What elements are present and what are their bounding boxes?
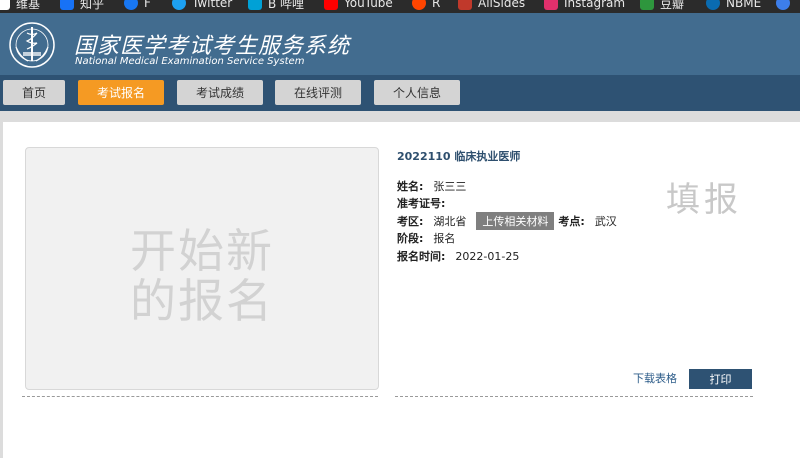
- facebook-icon: [124, 0, 138, 10]
- status-stamp: 填报: [666, 180, 742, 220]
- date-label: 报名时间:: [397, 250, 446, 263]
- youtube-icon: [324, 0, 338, 10]
- tab-personal-info[interactable]: 个人信息: [374, 80, 460, 105]
- bookmark-youtube[interactable]: YouTube: [324, 0, 393, 11]
- registration-panel: 开始新 的报名 2022110 临床执业医师 姓名: 张三三 准考证号: 考区:…: [3, 122, 800, 458]
- zhihu-icon: [60, 0, 74, 10]
- instagram-icon: [544, 0, 558, 10]
- print-button[interactable]: 打印: [689, 369, 752, 389]
- tab-home[interactable]: 首页: [3, 80, 65, 105]
- bookmark-allsides[interactable]: AllSides: [458, 0, 525, 11]
- site-subtitle: National Medical Examination Service Sys…: [75, 56, 305, 67]
- bilibili-icon: [248, 0, 262, 10]
- region-row: 考区: 湖北省 上传相关材料 考点: 武汉: [397, 212, 617, 230]
- twitter-icon: [172, 0, 186, 10]
- circle-icon: [776, 0, 790, 10]
- divider-left: [22, 396, 378, 397]
- bookmark-douban[interactable]: 豆瓣: [640, 0, 684, 11]
- tab-exam-scores[interactable]: 考试成绩: [177, 80, 263, 105]
- stage-row: 阶段: 报名: [397, 230, 455, 246]
- bookmark-instagram[interactable]: Instagram: [544, 0, 625, 11]
- site-value: 武汉: [594, 215, 617, 228]
- tab-online-assessment[interactable]: 在线评测: [275, 80, 361, 105]
- download-form-link[interactable]: 下载表格: [633, 370, 677, 386]
- douban-icon: [640, 0, 654, 10]
- stage-label: 阶段:: [397, 232, 424, 245]
- emblem-logo-icon: [9, 22, 55, 68]
- tab-exam-registration[interactable]: 考试报名: [78, 80, 164, 105]
- date-value: 2022-01-25: [455, 249, 520, 263]
- name-value: 张三三: [433, 180, 467, 193]
- bookmark-nbme[interactable]: NBME: [706, 0, 761, 11]
- new-registration-card[interactable]: 开始新 的报名: [25, 147, 379, 390]
- name-row: 姓名: 张三三: [397, 178, 466, 194]
- stage-value: 报名: [433, 232, 456, 245]
- bookmark-twitter[interactable]: Twitter: [172, 0, 232, 11]
- allsides-icon: [458, 0, 472, 10]
- main-nav: 首页 考试报名 考试成绩 在线评测 个人信息: [0, 75, 800, 111]
- site-label: 考点:: [558, 215, 585, 228]
- region-label: 考区:: [397, 215, 424, 228]
- region-value: 湖北省: [433, 215, 467, 228]
- date-row: 报名时间: 2022-01-25: [397, 248, 519, 264]
- new-registration-text: 开始新 的报名: [130, 224, 274, 328]
- admission-row: 准考证号:: [397, 195, 455, 211]
- nbme-icon: [706, 0, 720, 10]
- bookmark-wiki[interactable]: 维基: [0, 0, 40, 11]
- site-header: 国家医学考试考生服务系统 National Medical Examinatio…: [0, 13, 800, 75]
- bookmark-facebook[interactable]: F: [124, 0, 151, 11]
- bookmark-zhihu[interactable]: 知乎: [60, 0, 104, 11]
- bookmark-extra[interactable]: [776, 0, 796, 11]
- upload-materials-button[interactable]: 上传相关材料: [476, 212, 555, 230]
- name-label: 姓名:: [397, 180, 424, 193]
- bookmark-bilibili[interactable]: B 哔哩: [248, 0, 304, 11]
- r-icon: [412, 0, 426, 10]
- divider-right: [395, 396, 753, 397]
- bookmark-r[interactable]: R: [412, 0, 440, 11]
- bookmarks-bar: 维基 知乎 F Twitter B 哔哩 YouTube R AllSides …: [0, 0, 800, 13]
- exam-title: 2022110 临床执业医师: [397, 150, 521, 163]
- wiki-icon: [0, 0, 10, 10]
- admission-label: 准考证号:: [397, 197, 446, 210]
